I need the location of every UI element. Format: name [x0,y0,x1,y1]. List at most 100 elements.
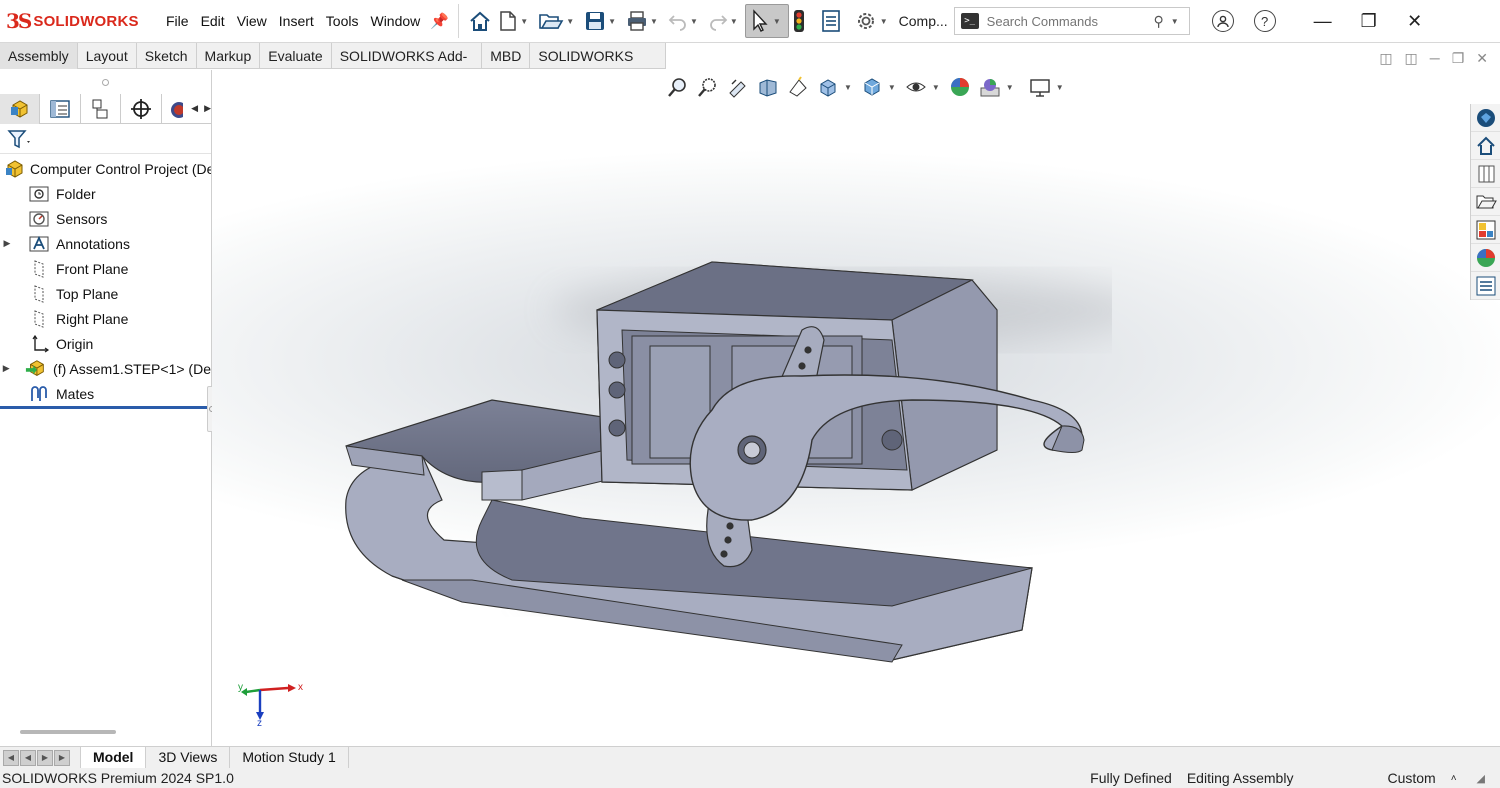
tab-add-ins[interactable]: SOLIDWORKS Add-Ins [332,43,483,90]
tree-item-sensors[interactable]: Sensors [0,206,211,231]
chevron-down-icon[interactable]: ▼ [608,17,616,26]
chevron-down-icon[interactable]: ▼ [650,17,658,26]
view-settings-button[interactable] [1026,74,1054,100]
appearances-tab[interactable] [1471,244,1500,272]
chevron-down-icon[interactable]: ▼ [880,17,888,26]
display-manager-tab[interactable] [162,94,188,124]
zoom-to-fit-button[interactable] [664,74,692,100]
tree-item-right-plane[interactable]: Right Plane [0,306,211,331]
design-library-tab[interactable] [1471,160,1500,188]
account-button[interactable] [1211,10,1234,32]
select-button[interactable]: ▼ [744,4,789,38]
3d-model-servo-mount[interactable] [332,250,1112,690]
redo-button[interactable]: ▼ [705,4,745,38]
tab-markup[interactable]: Markup [197,43,261,69]
restore-icon[interactable]: ❐ [1346,11,1392,32]
display-style-button[interactable] [858,74,886,100]
units-selector[interactable]: Custom [1387,770,1435,786]
home-tab[interactable] [1471,132,1500,160]
edit-appearance-button[interactable] [946,74,974,100]
view-palette-tab[interactable] [1471,216,1500,244]
tree-filter[interactable] [0,124,211,154]
chevron-down-icon[interactable]: ▼ [1056,83,1064,92]
chevron-up-icon[interactable]: ˄ [1451,773,1457,784]
tab-cam[interactable]: SOLIDWORKS CAM [530,43,666,90]
rebuild-button[interactable] [789,4,809,38]
minimize-icon[interactable]: — [1300,11,1346,32]
tile-right-icon[interactable]: ◫ [1405,50,1418,67]
chevron-down-icon[interactable]: ▼ [888,83,896,92]
view-orientation-button[interactable] [814,74,842,100]
close-icon[interactable]: ✕ [1392,11,1438,32]
file-explorer-tab[interactable] [1471,188,1500,216]
rollback-bar[interactable] [0,406,209,409]
dynamic-annotation-button[interactable] [784,74,812,100]
property-manager-tab[interactable] [40,94,81,124]
tree-root-assembly[interactable]: Computer Control Project (De [0,156,211,181]
expand-arrow-icon[interactable]: ▶ [0,363,13,374]
chevron-down-icon[interactable]: ▼ [1006,83,1014,92]
tab-model[interactable]: Model [80,746,147,769]
tab-sketch[interactable]: Sketch [137,43,197,69]
search-input[interactable] [986,13,1149,29]
print-button[interactable]: ▼ [623,4,665,38]
doc-close-icon[interactable]: ✕ [1476,50,1488,67]
zoom-to-area-button[interactable] [694,74,722,100]
save-button[interactable]: ▼ [581,4,623,38]
horizontal-scrollbar[interactable] [20,730,116,734]
chevron-left-icon[interactable]: ◀ [191,103,198,114]
tree-item-annotations[interactable]: ▶ Annotations [0,231,211,256]
prev-tab-icon[interactable]: ◀ [20,749,36,766]
section-view-button[interactable] [754,74,782,100]
tab-mbd[interactable]: MBD [482,43,531,69]
file-properties-button[interactable] [817,4,845,38]
last-tab-icon[interactable]: ▶ [54,749,70,766]
panel-grip[interactable] [0,70,211,94]
tab-evaluate[interactable]: Evaluate [260,43,332,69]
expand-arrow-icon[interactable]: ▶ [0,238,14,249]
resize-grip-icon[interactable]: ◢ [1477,772,1485,785]
search-commands[interactable]: >_ ⚲ ▼ [953,7,1190,35]
tree-item-mates[interactable]: Mates [0,381,211,406]
tab-layout[interactable]: Layout [78,43,137,69]
feature-tree-tab[interactable] [0,94,41,124]
chevron-down-icon[interactable]: ▼ [844,83,852,92]
tab-motion-study[interactable]: Motion Study 1 [230,746,349,769]
menu-view[interactable]: View [231,13,273,29]
pin-menu-icon[interactable]: 📌 [426,12,452,30]
search-icon[interactable]: ⚲ [1153,13,1163,30]
tab-scroll-arrows[interactable]: ◀ ▶ [187,94,211,123]
doc-restore-icon[interactable]: ❐ [1452,50,1465,67]
chevron-down-icon[interactable]: ▼ [520,17,528,26]
first-tab-icon[interactable]: ◀ [3,749,19,766]
menu-file[interactable]: File [160,13,195,29]
new-document-button[interactable]: ▼ [495,4,535,38]
chevron-down-icon[interactable]: ▼ [690,17,698,26]
configuration-manager-tab[interactable] [81,94,122,124]
tree-item-front-plane[interactable]: Front Plane [0,256,211,281]
tab-3d-views[interactable]: 3D Views [146,746,231,769]
menu-tools[interactable]: Tools [320,13,365,29]
previous-view-button[interactable] [724,74,752,100]
tile-left-icon[interactable]: ◫ [1379,50,1392,67]
chevron-down-icon[interactable]: ▼ [932,83,940,92]
dimxpert-tab[interactable] [121,94,162,124]
tree-item-top-plane[interactable]: Top Plane [0,281,211,306]
chevron-down-icon[interactable]: ▼ [773,17,781,26]
help-button[interactable]: ? [1253,10,1276,32]
apply-scene-button[interactable] [976,74,1004,100]
menu-insert[interactable]: Insert [273,13,320,29]
tab-assembly[interactable]: Assembly [0,43,78,69]
configuration-label[interactable]: Comp... [899,13,948,29]
chevron-down-icon[interactable]: ▼ [1171,17,1179,26]
menu-window[interactable]: Window [364,13,426,29]
tree-item-subassembly[interactable]: ▶ (f) Assem1.STEP<1> (De [0,356,211,381]
undo-button[interactable]: ▼ [665,4,705,38]
tree-item-origin[interactable]: Origin [0,331,211,356]
home-button[interactable] [465,4,495,38]
doc-minimize-icon[interactable]: ─ [1430,50,1440,67]
next-tab-icon[interactable]: ▶ [37,749,53,766]
tree-item-folder[interactable]: Folder [0,181,211,206]
solidworks-logo[interactable]: 3S SOLIDWORKS [0,9,160,33]
chevron-down-icon[interactable]: ▼ [730,17,738,26]
